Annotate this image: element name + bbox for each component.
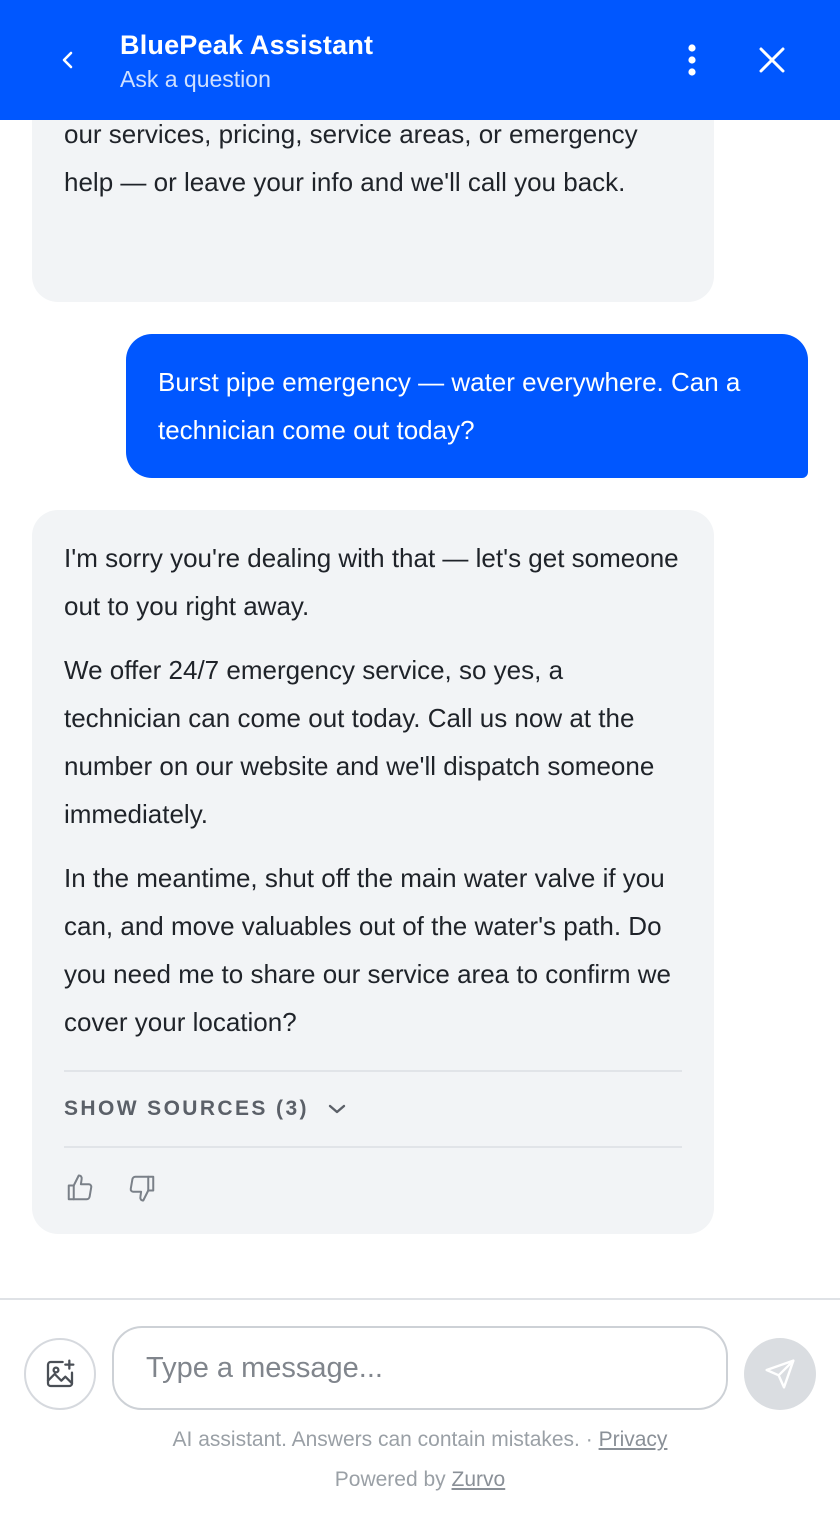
powered-by: Powered by Zurvo xyxy=(0,1468,840,1492)
chevron-down-icon xyxy=(327,1102,347,1116)
zurvo-link[interactable]: Zurvo xyxy=(452,1468,506,1491)
thumbs-up-icon xyxy=(67,1174,93,1201)
send-button[interactable] xyxy=(744,1338,816,1410)
show-sources-label: SHOW SOURCES (3) xyxy=(64,1097,309,1120)
header-titles: BluePeak Assistant Ask a question xyxy=(120,28,373,96)
close-button[interactable] xyxy=(750,38,794,82)
header-subtitle: Ask a question xyxy=(120,66,271,92)
chat-header: BluePeak Assistant Ask a question xyxy=(0,0,840,120)
message-list[interactable]: our services, pricing, service areas, or… xyxy=(0,120,840,1298)
disclaimer-text: AI assistant. Answers can contain mistak… xyxy=(172,1428,593,1451)
show-sources-toggle[interactable]: SHOW SOURCES (3) xyxy=(64,1070,682,1148)
close-icon xyxy=(759,47,785,73)
attach-image-button[interactable] xyxy=(24,1338,96,1410)
message-paragraph: We offer 24/7 emergency service, so yes,… xyxy=(64,655,655,829)
assistant-message: I'm sorry you're dealing with that — let… xyxy=(32,510,714,1234)
thumbs-up-button[interactable] xyxy=(64,1172,96,1204)
send-icon xyxy=(765,1359,795,1389)
powered-by-text: Powered by xyxy=(334,1468,446,1491)
message-paragraph: In the meantime, shut off the main water… xyxy=(64,863,671,1037)
message-paragraph: I'm sorry you're dealing with that — let… xyxy=(64,543,679,621)
assistant-message: our services, pricing, service areas, or… xyxy=(32,120,714,302)
message-text: Burst pipe emergency — water everywhere.… xyxy=(158,367,741,445)
feedback-row xyxy=(64,1172,158,1204)
chevron-left-icon xyxy=(62,51,73,69)
message-input[interactable] xyxy=(112,1326,728,1410)
more-vertical-icon xyxy=(688,44,696,76)
image-add-icon xyxy=(46,1359,75,1388)
thumbs-down-icon xyxy=(129,1175,155,1202)
disclaimer: AI assistant. Answers can contain mistak… xyxy=(0,1428,840,1452)
back-button[interactable] xyxy=(48,40,88,80)
privacy-link[interactable]: Privacy xyxy=(599,1428,668,1451)
more-options-button[interactable] xyxy=(672,38,712,82)
message-paragraph: our services, pricing, service areas, or… xyxy=(64,120,638,197)
message-composer: AI assistant. Answers can contain mistak… xyxy=(0,1298,840,1520)
user-message: Burst pipe emergency — water everywhere.… xyxy=(126,334,808,478)
header-title: BluePeak Assistant xyxy=(120,30,374,60)
thumbs-down-button[interactable] xyxy=(126,1172,158,1204)
